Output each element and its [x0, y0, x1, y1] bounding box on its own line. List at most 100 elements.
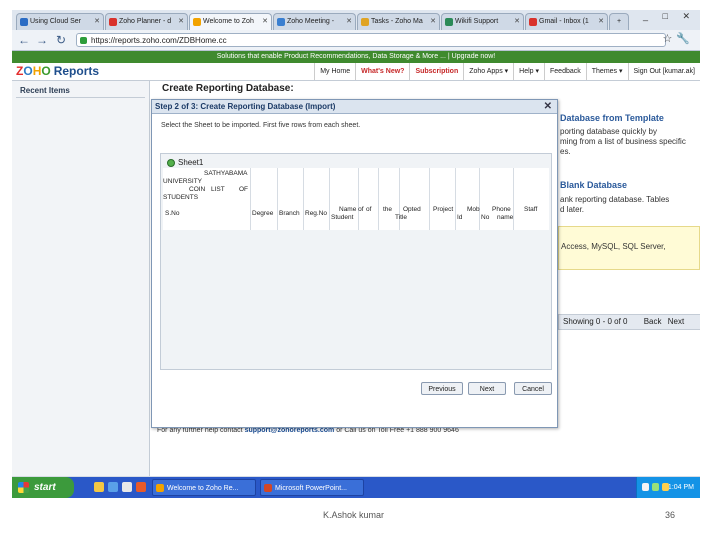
tray-icon[interactable] — [662, 483, 669, 491]
grid-divider — [329, 168, 330, 230]
promo-bar[interactable]: Solutions that enable Product Recommenda… — [12, 51, 700, 63]
tab-label: Wikifi Support — [455, 18, 499, 25]
quicklaunch-icon[interactable] — [122, 482, 132, 492]
quicklaunch-icon[interactable] — [108, 482, 118, 492]
template-desc: es. — [560, 147, 571, 156]
grid-header-cell: Title — [395, 214, 408, 221]
grid-header-cell: Degree — [252, 210, 274, 217]
grid-cell: COIN — [189, 186, 206, 193]
blank-heading[interactable]: Blank Database — [560, 180, 627, 190]
tab-label: Gmail - Inbox (1 — [539, 18, 589, 25]
sheet-preview-grid: SATHYABAMA UNIVERSITY COIN LIST OF STUDE… — [163, 168, 549, 230]
pager-next-link[interactable]: Next — [668, 317, 684, 326]
tab-close-icon[interactable]: ✕ — [598, 14, 604, 30]
wrench-icon[interactable]: ☆🔧 — [662, 32, 694, 45]
grid-cell: LIST — [211, 186, 225, 193]
tab-label: Zoho Planner - d — [119, 18, 172, 25]
grid-cell: SATHYABAMA — [204, 170, 248, 177]
dialog-instruction: Select the Sheet to be imported. First f… — [161, 122, 361, 129]
tab-close-icon[interactable]: ✕ — [178, 14, 184, 30]
app-icon — [264, 484, 272, 492]
grid-header-cell: Branch — [279, 210, 300, 217]
taskbar: start Welcome to Zoho Re... Microsoft Po… — [12, 477, 700, 498]
tab-close-icon[interactable]: ✕ — [262, 14, 268, 30]
grid-header-cell: Opted — [403, 206, 421, 213]
import-dialog: Step 2 of 3: Create Reporting Database (… — [151, 99, 558, 428]
nav-zoho-apps[interactable]: Zoho Apps ▾ — [463, 63, 513, 80]
quicklaunch-icon[interactable] — [94, 482, 104, 492]
nav-feedback[interactable]: Feedback — [544, 63, 586, 80]
tab-close-icon[interactable]: ✕ — [514, 14, 520, 30]
grid-divider — [479, 168, 480, 230]
system-tray: 1:04 PM — [636, 477, 700, 498]
tab-favicon-icon — [193, 18, 201, 26]
quicklaunch-icon[interactable] — [136, 482, 146, 492]
sidebar-title: Recent Items — [16, 84, 145, 98]
cancel-button[interactable]: Cancel — [514, 382, 552, 395]
browser-tab[interactable]: Using Cloud Ser ✕ — [16, 13, 104, 30]
grid-header-cell: Student — [331, 214, 354, 221]
url-input[interactable]: https://reports.zoho.com/ZDBHome.cc — [76, 33, 666, 47]
dialog-close-icon[interactable]: ✕ — [544, 100, 552, 114]
nav-subscription[interactable]: Subscription — [409, 63, 463, 80]
taskbar-item[interactable]: Welcome to Zoho Re... — [152, 479, 256, 496]
template-heading[interactable]: Database from Template — [560, 113, 664, 123]
tab-favicon-icon — [109, 18, 117, 26]
nav-my-home[interactable]: My Home — [314, 63, 355, 80]
sheet-radio[interactable]: Sheet1 — [167, 158, 203, 167]
sheet-preview-panel: Sheet1 SATHYABAMA UNIVERSITY COIN LIST O… — [160, 153, 552, 370]
screenshot-area: Using Cloud Ser ✕ Zoho Planner - d ✕ Wel… — [12, 10, 700, 498]
tab-favicon-icon — [20, 18, 28, 26]
tab-close-icon[interactable]: ✕ — [346, 14, 352, 30]
pager-back-link[interactable]: Back — [644, 317, 662, 326]
app-icon — [156, 484, 164, 492]
new-tab-button[interactable]: + — [609, 13, 629, 30]
logo-letter: O — [41, 64, 51, 78]
nav-themes[interactable]: Themes ▾ — [585, 63, 628, 80]
clock[interactable]: 1:04 PM — [668, 484, 694, 491]
blank-desc: ank reporting database. Tables — [560, 195, 670, 204]
browser-tab[interactable]: Zoho Planner - d ✕ — [105, 13, 188, 30]
tray-icon[interactable] — [642, 483, 649, 491]
lock-icon — [80, 37, 87, 44]
grid-divider — [277, 168, 278, 230]
start-button[interactable]: start — [12, 477, 74, 498]
grid-header-cell: Staff — [524, 206, 538, 213]
tab-close-icon[interactable]: ✕ — [430, 14, 436, 30]
nav-sign-out[interactable]: Sign Out [kumar.ak] — [627, 63, 700, 80]
browser-tab[interactable]: Tasks - Zoho Ma ✕ — [357, 13, 440, 30]
grid-divider — [378, 168, 379, 230]
taskbar-item[interactable]: Microsoft PowerPoint... — [260, 479, 364, 496]
nav-whats-new[interactable]: What's New? — [355, 63, 409, 80]
browser-tab-bar: Using Cloud Ser ✕ Zoho Planner - d ✕ Wel… — [12, 10, 700, 30]
grid-cell: UNIVERSITY — [163, 178, 203, 185]
zoho-reports-logo[interactable]: ZOHO Reports — [16, 64, 99, 79]
browser-tab[interactable]: Wikifi Support ✕ — [441, 13, 524, 30]
tab-favicon-icon — [277, 18, 285, 26]
browser-tab[interactable]: Zoho Meeting - ✕ — [273, 13, 356, 30]
back-arrow-icon[interactable]: ← — [18, 33, 30, 47]
grid-divider — [250, 168, 251, 230]
next-button[interactable]: Next — [468, 382, 506, 395]
address-bar-row: ← → ↻ https://reports.zoho.com/ZDBHome.c… — [12, 30, 700, 51]
window-controls[interactable]: _ □ ✕ — [643, 11, 696, 22]
browser-tab[interactable]: Gmail - Inbox (1 ✕ — [525, 13, 608, 30]
page-title: Create Reporting Database: — [162, 83, 294, 94]
pager: Showing 0 - 0 of 0 Back Next — [558, 314, 700, 330]
previous-button[interactable]: Previous — [421, 382, 463, 395]
grid-header-cell: Project — [433, 206, 454, 213]
browser-tab-active[interactable]: Welcome to Zoh ✕ — [189, 13, 272, 30]
reload-icon[interactable]: ↻ — [56, 33, 66, 47]
nav-help[interactable]: Help ▾ — [513, 63, 544, 80]
tab-close-icon[interactable]: ✕ — [94, 14, 100, 30]
grid-header-cell: Phone — [492, 206, 511, 213]
tray-icon[interactable] — [652, 483, 659, 491]
blank-desc: d later. — [560, 205, 585, 214]
sidebar: Recent Items — [12, 81, 150, 476]
forward-arrow-icon[interactable]: → — [36, 33, 48, 47]
grid-divider — [455, 168, 456, 230]
contact-email-link[interactable]: support@zohoreports.com — [245, 427, 335, 434]
tab-label: Welcome to Zoh — [203, 18, 254, 25]
dialog-title[interactable]: Step 2 of 3: Create Reporting Database (… — [152, 100, 557, 114]
pager-status: Showing 0 - 0 of 0 — [563, 317, 628, 326]
